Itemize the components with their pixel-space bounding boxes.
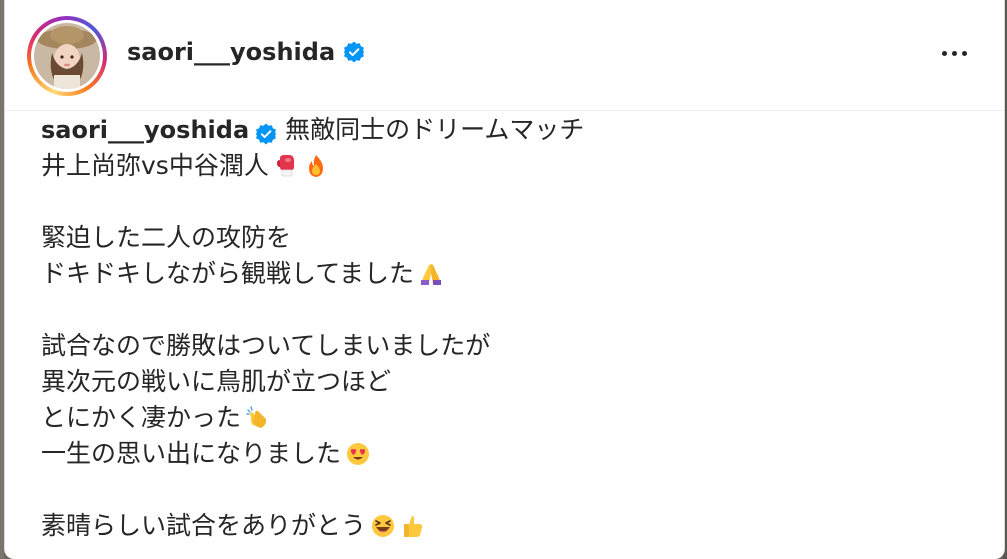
caption-text: 一生の思い出になりました: [41, 439, 342, 468]
caption-line: 試合なので勝敗はついてしまいましたが: [41, 328, 984, 364]
caption-text: とにかく凄かった: [41, 403, 242, 432]
caption-line: 素晴らしい試合をありがとう: [41, 508, 984, 544]
post-header: saori___yoshida: [5, 0, 1004, 111]
verified-badge-icon: [343, 41, 365, 63]
grinning-squinting-face-icon: [370, 513, 396, 539]
boxing-glove-icon: [273, 153, 299, 179]
caption-line: ドキドキしながら観戦してました: [41, 256, 984, 292]
caption-line: 異次元の戦いに鳥肌が立つほど: [41, 364, 984, 400]
fire-icon: [303, 153, 329, 179]
caption-line: 一生の思い出になりました: [41, 436, 984, 472]
caption-text: 緊迫した二人の攻防を: [41, 223, 292, 252]
caption-line: 井上尚弥vs中谷潤人: [41, 148, 984, 184]
caption-line: 緊迫した二人の攻防を: [41, 220, 984, 256]
avatar-story-ring[interactable]: [27, 16, 107, 96]
caption-text: 試合なので勝敗はついてしまいましたが: [41, 331, 491, 360]
caption-text: 無敵同士のドリームマッチ: [285, 115, 585, 144]
caption-text: 井上尚弥vs中谷潤人: [41, 151, 269, 180]
clapping-hands-icon: [245, 405, 271, 431]
caption-text: 異次元の戦いに鳥肌が立つほど: [41, 367, 392, 396]
caption-line: saori___yoshida 無敵同士のドリームマッチ: [41, 112, 984, 148]
post-caption: saori___yoshida 無敵同士のドリームマッチ 井上尚弥vs中谷潤人: [41, 112, 984, 544]
caption-line: とにかく凄かった: [41, 400, 984, 436]
more-options-icon[interactable]: [934, 38, 974, 68]
heart-eyes-icon: [345, 441, 371, 467]
post-card: saori___yoshida saori___yoshida 無敵同士のドリー…: [4, 0, 1005, 559]
caption-username[interactable]: saori___yoshida: [41, 112, 249, 148]
verified-badge-icon: [255, 119, 277, 145]
folded-hands-icon: [418, 261, 444, 287]
header-username[interactable]: saori___yoshida: [127, 38, 365, 66]
avatar[interactable]: [34, 23, 100, 89]
caption-text: 素晴らしい試合をありがとう: [41, 511, 367, 540]
caption-text: ドキドキしながら観戦してました: [41, 259, 415, 288]
username-text[interactable]: saori___yoshida: [127, 38, 335, 66]
thumbs-up-icon: [400, 513, 426, 539]
